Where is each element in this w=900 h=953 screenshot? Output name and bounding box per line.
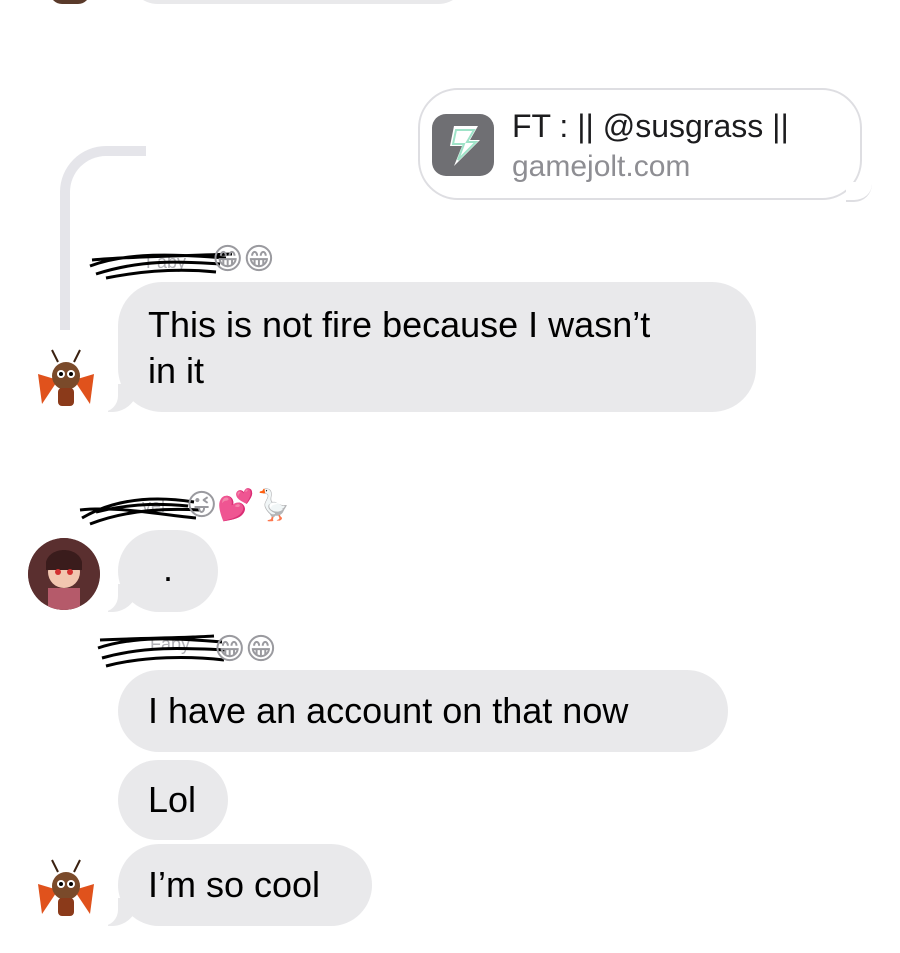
avatar-moth[interactable] <box>28 854 104 930</box>
link-preview-card[interactable]: FT : || @susgrass || gamejolt.com <box>418 88 862 200</box>
gamejolt-lightning-icon <box>432 114 494 176</box>
message-bubble[interactable]: I have an account on that now <box>118 670 728 752</box>
message-text: Lol <box>148 779 197 820</box>
avatar-girl[interactable] <box>28 538 100 610</box>
avatar-moth[interactable] <box>28 344 104 420</box>
sender-emojis-3: 😁😁 <box>208 632 277 667</box>
link-domain: gamejolt.com <box>512 150 691 183</box>
message-text: I’m so cool <box>148 864 321 905</box>
winking-tongue-emoji: 😜💕🪿 <box>186 488 292 523</box>
message-text-line2: in it <box>148 350 205 391</box>
partial-avatar-top <box>50 0 90 4</box>
message-bubble[interactable]: Lol <box>118 760 228 840</box>
sender-emojis-1: 😁😁 <box>206 242 275 277</box>
partial-bubble-top <box>128 0 468 4</box>
link-card-tail <box>846 182 872 202</box>
sender-emojis-2: 😜💕🪿 <box>180 488 292 523</box>
grinning-emoji: 😁😁 <box>214 632 277 667</box>
grinning-emoji: 😁😁 <box>212 242 275 277</box>
message-text: I have an account on that now <box>148 690 629 731</box>
message-bubble[interactable]: This is not fire because I wasn’t in it <box>96 282 756 412</box>
message-text: . <box>162 548 173 589</box>
message-bubble[interactable]: I’m so cool <box>96 844 372 926</box>
message-bubble[interactable]: . <box>96 530 218 612</box>
link-title: FT : || @susgrass || <box>512 108 789 144</box>
message-text-line1: This is not fire because I wasn’t <box>148 304 651 345</box>
